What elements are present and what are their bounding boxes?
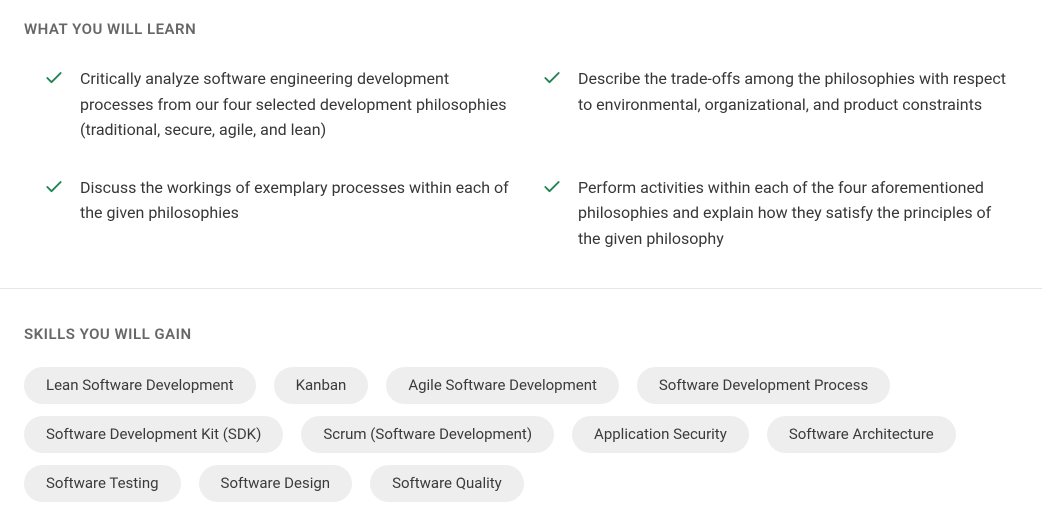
learn-item-text: Discuss the workings of exemplary proces… [80,175,510,226]
skill-pill[interactable]: Lean Software Development [24,367,256,404]
check-icon [44,68,64,88]
check-icon [542,177,562,197]
skills-section: SKILLS YOU WILL GAIN Lean Software Devel… [24,289,1018,502]
skill-pill[interactable]: Software Testing [24,465,181,502]
learn-item: Critically analyze software engineering … [44,66,510,143]
learn-item-text: Describe the trade-offs among the philos… [578,66,1008,117]
learn-item: Discuss the workings of exemplary proces… [44,175,510,252]
skills-pill-container: Lean Software Development Kanban Agile S… [24,367,1018,502]
skill-pill[interactable]: Kanban [274,367,369,404]
learn-section: WHAT YOU WILL LEARN Critically analyze s… [24,20,1018,288]
learn-item-text: Perform activities within each of the fo… [578,175,1008,252]
skill-pill[interactable]: Software Architecture [767,416,956,453]
skills-heading: SKILLS YOU WILL GAIN [24,325,1018,343]
skill-pill[interactable]: Software Design [199,465,353,502]
learn-grid: Critically analyze software engineering … [24,66,1018,288]
skill-pill[interactable]: Scrum (Software Development) [301,416,554,453]
learn-item: Perform activities within each of the fo… [542,175,1008,252]
learn-item-text: Critically analyze software engineering … [80,66,510,143]
check-icon [542,68,562,88]
check-icon [44,177,64,197]
skill-pill[interactable]: Software Development Kit (SDK) [24,416,283,453]
skill-pill[interactable]: Software Development Process [637,367,890,404]
learn-heading: WHAT YOU WILL LEARN [24,20,1018,38]
skill-pill[interactable]: Software Quality [370,465,524,502]
skill-pill[interactable]: Application Security [572,416,749,453]
skill-pill[interactable]: Agile Software Development [386,367,619,404]
learn-item: Describe the trade-offs among the philos… [542,66,1008,143]
